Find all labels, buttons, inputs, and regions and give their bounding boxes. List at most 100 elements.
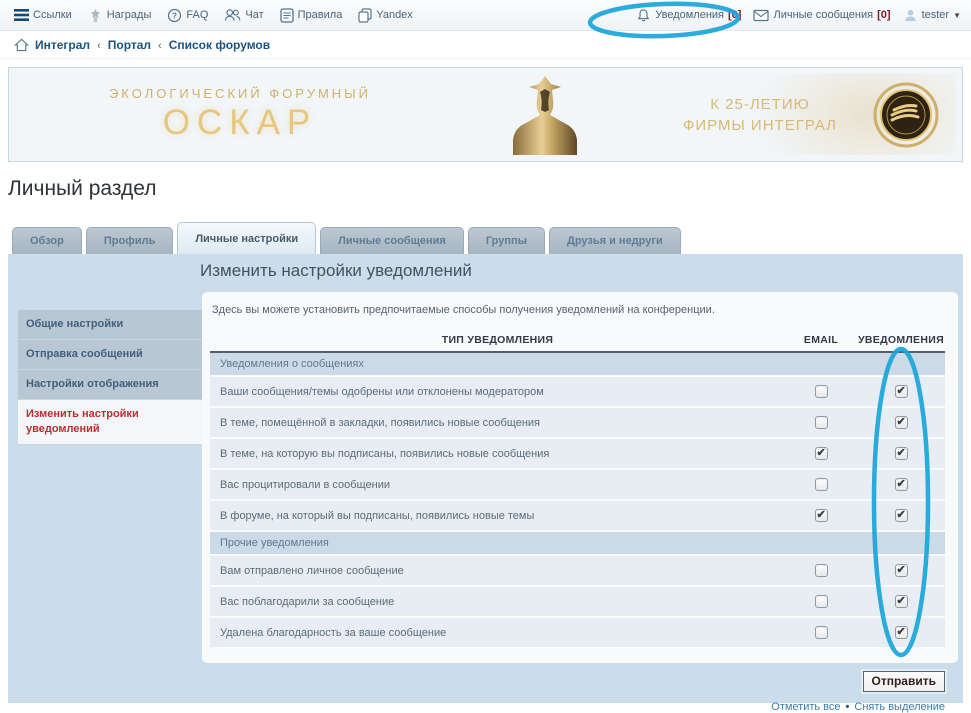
notification-type-label: Вас процитировали в сообщении (210, 469, 785, 500)
column-header-type: ТИП УВЕДОМЛЕНИЯ (210, 328, 785, 352)
notifications-label: Уведомления (655, 9, 724, 21)
topbar-link-label: Правила (298, 9, 343, 21)
topbar-link-label: Чат (245, 9, 263, 21)
email-checkbox[interactable] (815, 478, 828, 491)
tab-профиль[interactable]: Профиль (86, 227, 173, 254)
notification-type-label: В теме, помещённой в закладки, появились… (210, 407, 785, 438)
breadcrumb-link[interactable]: Интеграл (35, 38, 90, 52)
table-row: В теме, на которую вы подписаны, появили… (210, 438, 945, 469)
private-messages-link[interactable]: Личные сообщения [0] (753, 9, 890, 22)
table-row: В теме, помещённой в закладки, появились… (210, 407, 945, 438)
select-links-row: Отметить все•Снять выделение (202, 701, 945, 713)
notification-checkbox[interactable] (895, 564, 908, 577)
ucp-content: Изменить настройки уведомлений Общие нас… (8, 254, 963, 703)
private-messages-count: [0] (877, 9, 890, 21)
chat-icon (224, 8, 241, 22)
submit-button[interactable]: Отправить (863, 671, 945, 692)
copy-icon (358, 8, 372, 23)
rules-icon (280, 8, 294, 23)
notification-type-label: В теме, на которую вы подписаны, появили… (210, 438, 785, 469)
sidebar-item[interactable]: Изменить настройки уведомлений (18, 400, 204, 445)
envelope-icon (753, 9, 769, 22)
topbar-link-rules[interactable]: Правила (280, 8, 343, 23)
notification-checkbox[interactable] (895, 478, 908, 491)
notification-type-label: Вам отправлено личное сообщение (210, 555, 785, 586)
tab-друзья-и-недруги[interactable]: Друзья и недруги (549, 227, 681, 254)
notification-checkbox[interactable] (895, 447, 908, 460)
section-title: Уведомления о сообщениях (210, 352, 945, 376)
forum-banner: ЭКОЛОГИЧЕСКИЙ ФОРУМНЫЙ ОСКАР К 25-ЛЕТИЮ … (15, 74, 956, 155)
private-messages-label: Личные сообщения (773, 9, 873, 21)
settings-panel: Здесь вы можете установить предпочитаемы… (202, 292, 958, 663)
notification-type-label: Удалена благодарность за ваше сообщение (210, 617, 785, 648)
notification-checkbox[interactable] (895, 416, 908, 429)
top-toolbar: Ссылки Награды? FAQ Чат Правила Yandex Уведом… (0, 0, 971, 31)
table-row: Вас поблагодарили за сообщение (210, 586, 945, 617)
breadcrumb: Интеграл ‹ Портал ‹ Список форумов (0, 31, 971, 59)
banner-anniversary-line1: К 25-ЛЕТИЮ (635, 94, 885, 115)
tab-обзор[interactable]: Обзор (12, 227, 82, 254)
notification-checkbox[interactable] (895, 595, 908, 608)
breadcrumb-items: Интеграл ‹ Портал ‹ Список форумов (35, 38, 270, 52)
topbar-link-menu[interactable]: Ссылки (14, 9, 72, 21)
email-checkbox[interactable] (815, 447, 828, 460)
home-icon (14, 38, 29, 52)
topbar-link-label: Ссылки (33, 9, 72, 21)
notification-type-label: В форуме, на который вы подписаны, появи… (210, 500, 785, 531)
email-checkbox[interactable] (815, 626, 828, 639)
bell-icon (636, 8, 651, 23)
sidebar-item[interactable]: Настройки отображения (18, 370, 204, 400)
breadcrumb-separator: ‹ (97, 40, 101, 52)
topbar-link-faq[interactable]: ? FAQ (167, 8, 208, 23)
notification-type-label: Вас поблагодарили за сообщение (210, 586, 785, 617)
email-checkbox[interactable] (815, 509, 828, 522)
notifications-link[interactable]: Уведомления [0] (636, 8, 741, 23)
topbar-link-label: FAQ (186, 9, 208, 21)
breadcrumb-link[interactable]: Портал (108, 38, 151, 52)
email-checkbox[interactable] (815, 385, 828, 398)
faq-icon: ? (167, 8, 182, 23)
section-title: Прочие уведомления (210, 531, 945, 555)
topbar-link-award[interactable]: Награды (88, 8, 152, 23)
banner-title-block: ЭКОЛОГИЧЕСКИЙ ФОРУМНЫЙ ОСКАР (70, 86, 410, 143)
notification-checkbox[interactable] (895, 385, 908, 398)
toolbar-user-area: Уведомления [0] Личные сообщения [0] tes… (624, 8, 961, 23)
banner-title: ОСКАР (70, 103, 410, 143)
unmark-all-link[interactable]: Снять выделение (854, 701, 945, 713)
tab-группы[interactable]: Группы (468, 227, 545, 254)
email-checkbox[interactable] (815, 416, 828, 429)
integral-medallion-logo (872, 81, 940, 149)
email-checkbox[interactable] (815, 564, 828, 577)
panel-description: Здесь вы можете установить предпочитаемы… (210, 300, 945, 318)
banner-anniversary-text: К 25-ЛЕТИЮ ФИРМЫ ИНТЕГРАЛ (635, 94, 885, 136)
table-row: В форуме, на который вы подписаны, появи… (210, 500, 945, 531)
svg-text:?: ? (172, 10, 177, 20)
award-icon (88, 8, 103, 23)
notification-checkbox[interactable] (895, 626, 908, 639)
mark-all-link[interactable]: Отметить все (771, 701, 840, 713)
column-header-notifications: УВЕДОМЛЕНИЯ (857, 328, 945, 352)
banner-anniversary-line2: ФИРМЫ ИНТЕГРАЛ (635, 115, 885, 136)
banner-subtitle: ЭКОЛОГИЧЕСКИЙ ФОРУМНЫЙ (70, 86, 410, 101)
ucp-sidebar: Общие настройкиОтправка сообщенийНастрой… (18, 310, 204, 445)
sidebar-item[interactable]: Отправка сообщений (18, 340, 204, 370)
email-checkbox[interactable] (815, 595, 828, 608)
sidebar-item[interactable]: Общие настройки (18, 310, 204, 340)
table-row: Ваши сообщения/темы одобрены или отклоне… (210, 376, 945, 407)
breadcrumb-link[interactable]: Список форумов (169, 38, 270, 52)
user-menu[interactable]: tester ▼ (903, 8, 961, 23)
ucp-tabs: ОбзорПрофильЛичные настройкиЛичные сообщ… (12, 222, 971, 254)
notification-settings-table: ТИП УВЕДОМЛЕНИЯ EMAIL УВЕДОМЛЕНИЯ Уведом… (210, 328, 945, 649)
breadcrumb-separator: ‹ (158, 40, 162, 52)
tab-личные-настройки[interactable]: Личные настройки (177, 222, 316, 254)
topbar-link-chat[interactable]: Чат (224, 8, 263, 22)
table-row: Удалена благодарность за ваше сообщение (210, 617, 945, 648)
table-row: Вам отправлено личное сообщение (210, 555, 945, 586)
menu-icon (14, 9, 29, 21)
tab-личные-сообщения[interactable]: Личные сообщения (320, 227, 464, 254)
topbar-link-copy[interactable]: Yandex (358, 8, 413, 23)
username: tester (922, 9, 950, 21)
notification-checkbox[interactable] (895, 509, 908, 522)
table-row: Вас процитировали в сообщении (210, 469, 945, 500)
topbar-link-label: Yandex (376, 9, 413, 21)
